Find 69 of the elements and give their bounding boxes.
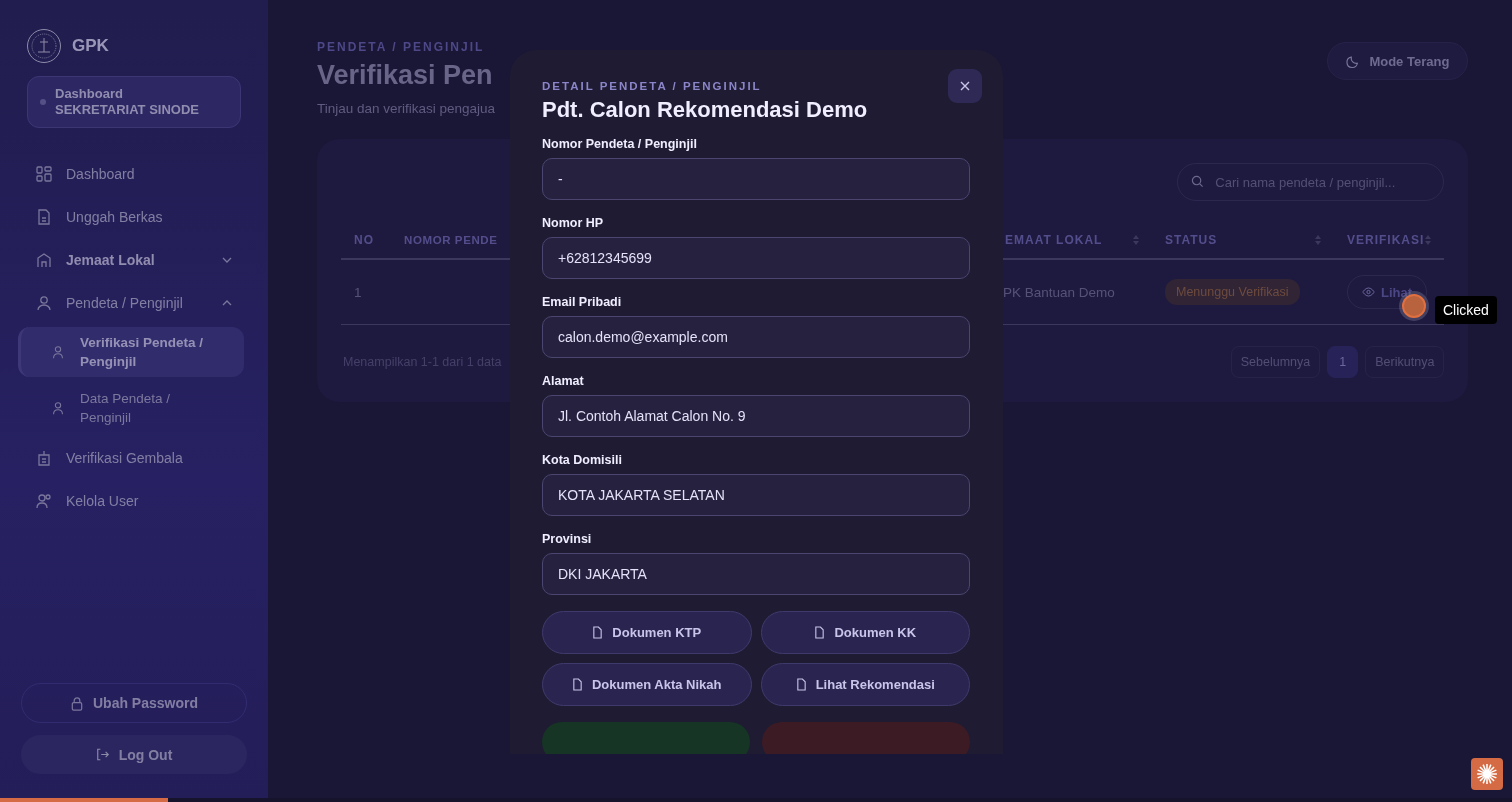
dashboard-icon [35,164,53,183]
field-label: Nomor Pendeta / Penginjil [542,137,698,151]
status-badge: Menunggu Verifikasi [1165,279,1300,305]
click-tooltip: Clicked [1435,296,1497,324]
lock-icon [70,695,84,711]
field-label: Nomor HP [542,216,605,230]
sort-icon [1132,234,1140,246]
person-icon [50,400,66,416]
sort-icon [1424,234,1433,246]
sort-icon [1314,234,1322,246]
dialog-title: Pdt. Calon Rekomendasi Demo [542,97,869,123]
input-field[interactable]: calon.demo@example.com [542,316,970,358]
nav-subitem[interactable]: Data Pendeta / Penginjil [18,383,244,433]
logout-icon [95,747,110,762]
dialog-eyebrow: DETAIL PENDETA / PENGINJIL [542,80,762,92]
asterisk-icon[interactable] [1471,758,1503,790]
nav-item[interactable]: Unggah Berkas [0,195,268,238]
brand-name: GPK [72,36,109,56]
file-icon [592,626,604,639]
close-icon [960,81,970,91]
document-button[interactable]: Dokumen KTP [542,611,752,654]
page-subtitle: Tinjau dan verifikasi pengajua [317,101,496,116]
table-cell: PK Bantuan Demo [1003,284,1115,300]
nav-item[interactable]: Jemaat Lokal [0,238,268,281]
input-field[interactable]: Jl. Contoh Alamat Calon No. 9 [542,395,970,437]
input-field[interactable]: - [542,158,970,200]
field-label: Email Pribadi [542,295,623,309]
seal-logo-icon [26,28,62,64]
input-field[interactable]: KOTA JAKARTA SELATAN [542,474,970,516]
input-field[interactable]: +62812345699 [542,237,970,279]
moon-icon [1346,53,1361,69]
logout-button[interactable]: Log Out [21,735,247,774]
nav-item[interactable]: Dashboard [0,152,268,195]
file-icon [35,207,53,226]
nav-item[interactable]: Verifikasi Gembala [0,436,268,479]
column-header[interactable]: NOMOR PENDE [404,234,498,246]
building-icon [35,448,53,467]
document-button[interactable]: Dokumen KK [760,611,970,654]
page-button[interactable]: 1 [1327,346,1359,378]
document-button[interactable]: Dokumen Akta Nikah [542,663,752,706]
role-title: Dashboard [55,86,124,102]
file-icon [814,626,826,639]
column-header[interactable]: STATUS [1165,233,1218,247]
table-cell: 1 [354,284,362,300]
nav-item[interactable]: Pendeta / Penginjil [0,281,268,324]
input-field[interactable]: DKI JAKARTA [542,553,970,595]
breadcrumb: PENDETA / PENGINJIL [317,40,486,54]
chevron-up-icon [222,299,232,306]
role-name: SEKRETARIAT SINODE [55,102,199,118]
theme-toggle-button[interactable]: Mode Terang [1327,42,1469,80]
nav-subitem[interactable]: Verifikasi Pendeta / Penginjil [18,327,244,377]
person-icon [50,344,66,360]
users-icon [35,491,53,510]
field-label: Alamat [542,374,585,388]
field-label: Kota Domisili [542,453,623,467]
nav-item[interactable]: Kelola User [0,479,268,522]
person-icon [35,293,53,312]
document-button[interactable]: Lihat Rekomendasi [760,663,970,706]
close-button[interactable] [948,69,982,103]
file-icon [571,678,583,691]
column-header[interactable]: NO [354,233,374,247]
column-header[interactable]: VERIFIKASI [1347,233,1425,247]
search-icon [1191,175,1205,188]
field-label: Provinsi [542,532,593,546]
chevron-down-icon [222,256,232,263]
eye-icon [1362,287,1375,297]
file-icon [795,678,807,691]
column-header[interactable]: EMAAT LOKAL [1005,233,1103,247]
page-title: Verifikasi Pen [317,60,494,91]
